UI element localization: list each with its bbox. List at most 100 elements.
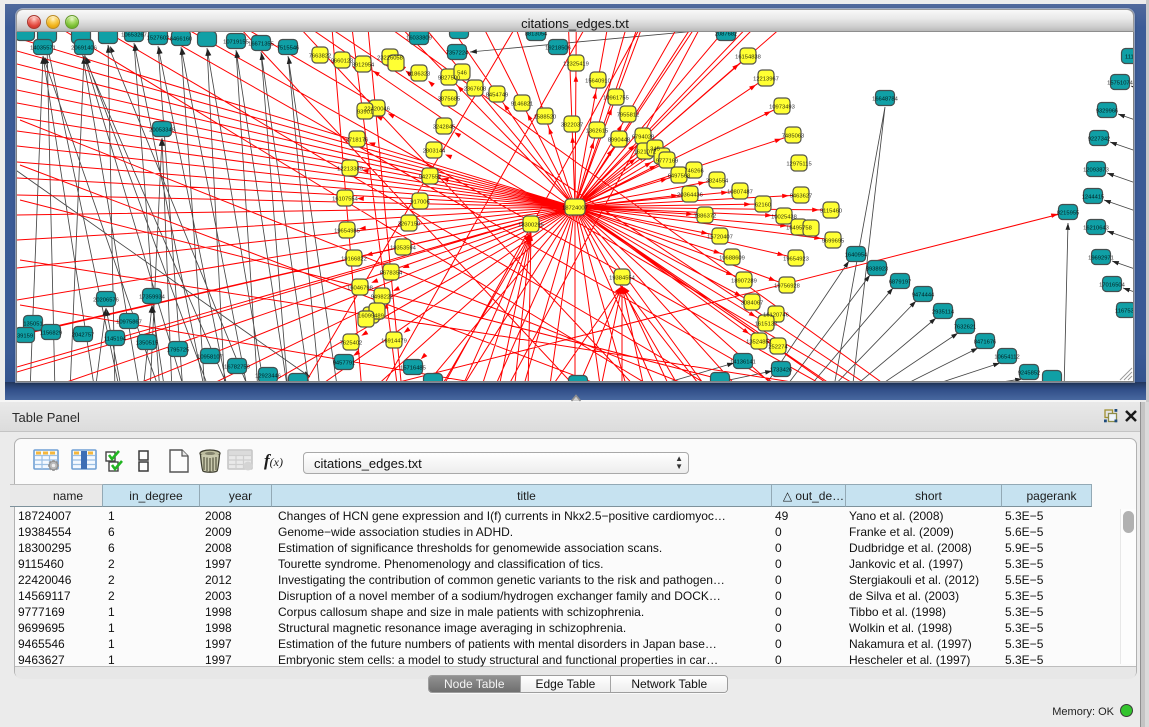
svg-text:252274: 252274	[768, 345, 788, 351]
svg-text:18907289: 18907289	[731, 279, 757, 285]
svg-text:20364436: 20364436	[677, 193, 703, 199]
svg-text:6879197: 6879197	[889, 280, 912, 286]
svg-text:9699695: 9699695	[822, 239, 845, 245]
svg-text:15640910: 15640910	[585, 79, 611, 85]
svg-text:6466160: 6466160	[170, 37, 193, 43]
svg-text:16154838: 16154838	[735, 55, 761, 61]
svg-text:16120746: 16120746	[763, 313, 789, 319]
svg-text:10688609: 10688609	[719, 256, 745, 262]
svg-text:16033809: 16033809	[406, 36, 432, 42]
svg-text:8186323: 8186323	[408, 72, 431, 78]
svg-text:1640954: 1640954	[845, 253, 868, 259]
svg-text:15716485: 15716485	[400, 366, 426, 372]
svg-text:8912954: 8912954	[352, 63, 375, 69]
svg-text:19166822: 19166822	[341, 257, 367, 263]
svg-text:12975115: 12975115	[786, 162, 811, 168]
svg-text:8471676: 8471676	[974, 340, 997, 346]
svg-text:9474444: 9474444	[912, 293, 935, 299]
svg-text:20691406: 20691406	[71, 46, 97, 52]
svg-text:3875685: 3875685	[438, 97, 461, 103]
svg-text:10719155: 10719155	[223, 40, 249, 46]
svg-text:20206576: 20206576	[93, 298, 119, 304]
svg-text:2367608: 2367608	[464, 87, 487, 93]
svg-text:19384554: 19384554	[609, 276, 636, 282]
svg-text:1350515: 1350515	[136, 341, 159, 347]
svg-text:10025438: 10025438	[771, 215, 797, 221]
svg-text:9463627: 9463627	[790, 194, 813, 200]
svg-text:15720407: 15720407	[707, 235, 733, 241]
svg-text:6794028: 6794028	[632, 135, 655, 141]
svg-text:7485063: 7485063	[782, 134, 805, 140]
svg-text:8813054: 8813054	[525, 32, 548, 38]
svg-text:7515546: 7515546	[277, 46, 300, 52]
svg-text:62160: 62160	[755, 203, 771, 209]
svg-text:3267150: 3267150	[398, 222, 421, 228]
svg-text:10654112: 10654112	[994, 355, 1019, 361]
svg-text:16210643: 16210643	[1083, 226, 1109, 232]
svg-text:3822037: 3822037	[561, 123, 584, 129]
svg-text:1244415: 1244415	[1082, 195, 1105, 201]
svg-text:2803144: 2803144	[423, 149, 446, 155]
svg-text:135051: 135051	[23, 322, 42, 328]
svg-text:19692971: 19692971	[1088, 256, 1114, 262]
svg-text:9777169: 9777169	[656, 159, 679, 165]
svg-text:17359934: 17359934	[139, 295, 166, 301]
svg-text:19218506: 19218506	[545, 46, 571, 52]
svg-text:10961755: 10961755	[603, 96, 629, 102]
svg-text:93901: 93901	[357, 110, 373, 116]
svg-text:14035571: 14035571	[30, 46, 56, 52]
svg-text:19654923: 19654923	[783, 257, 809, 263]
svg-text:7955812: 7955812	[617, 113, 640, 119]
svg-text:9227342: 9227342	[1088, 137, 1111, 143]
svg-text:16107554: 16107554	[332, 197, 359, 203]
svg-text:20053346: 20053346	[149, 128, 175, 134]
svg-text:8990448: 8990448	[608, 138, 631, 144]
svg-text:2087682: 2087682	[715, 32, 738, 38]
svg-text:10807487: 10807487	[727, 190, 753, 196]
svg-text:2718176: 2718176	[346, 138, 369, 144]
svg-text:1156829: 1156829	[40, 331, 62, 337]
svg-text:19353594: 19353594	[390, 246, 417, 252]
svg-text:8678354: 8678354	[380, 271, 403, 277]
svg-text:16046798: 16046798	[347, 286, 373, 292]
svg-text:19756928: 19756928	[774, 284, 800, 290]
svg-text:1733426: 1733426	[770, 368, 793, 374]
svg-text:9329966: 9329966	[1096, 109, 1119, 115]
svg-text:16495758: 16495758	[786, 226, 812, 232]
svg-text:12213389: 12213389	[337, 167, 363, 173]
svg-text:10973493: 10973493	[769, 105, 795, 111]
svg-text:9660123: 9660123	[331, 59, 354, 65]
svg-text:18724007: 18724007	[562, 206, 588, 212]
svg-text:10653267: 10653267	[121, 33, 147, 39]
svg-text:9146821: 9146821	[511, 102, 534, 108]
svg-text:7625402: 7625402	[340, 341, 363, 347]
svg-text:8454749: 8454749	[486, 93, 509, 99]
svg-text:9115460: 9115460	[820, 209, 842, 215]
svg-text:17016504: 17016504	[1099, 283, 1126, 289]
svg-text:16099489: 16099489	[358, 314, 384, 320]
svg-text:14136141: 14136141	[730, 360, 756, 366]
svg-text:1795725: 1795725	[167, 348, 190, 354]
svg-text:16671355: 16671355	[248, 42, 274, 48]
svg-text:3084067: 3084067	[741, 301, 764, 307]
svg-text:746266: 746266	[684, 169, 703, 175]
svg-text:1362615: 1362615	[586, 129, 609, 135]
svg-text:3824554: 3824554	[706, 179, 729, 185]
svg-text:10958107: 10958107	[197, 355, 223, 361]
svg-text:1588520: 1588520	[534, 115, 557, 121]
svg-text:1615132: 1615132	[755, 322, 778, 328]
svg-text:1112: 1112	[1125, 55, 1134, 61]
svg-text:18300295: 18300295	[518, 223, 544, 229]
svg-text:7886372: 7886372	[694, 214, 717, 220]
svg-text:39159: 39159	[17, 334, 33, 340]
svg-text:12213967: 12213967	[753, 77, 779, 83]
svg-text:23226058: 23226058	[377, 56, 403, 62]
svg-text:1527602: 1527602	[147, 36, 170, 42]
svg-text:7632621: 7632621	[954, 325, 977, 331]
svg-text:1167533: 1167533	[1115, 309, 1134, 315]
svg-text:7357224: 7357224	[446, 51, 469, 57]
svg-text:16914479: 16914479	[381, 339, 407, 345]
svg-text:9245852: 9245852	[1018, 371, 1041, 377]
svg-text:9427552: 9427552	[419, 175, 442, 181]
svg-text:12093873: 12093873	[1083, 168, 1109, 174]
